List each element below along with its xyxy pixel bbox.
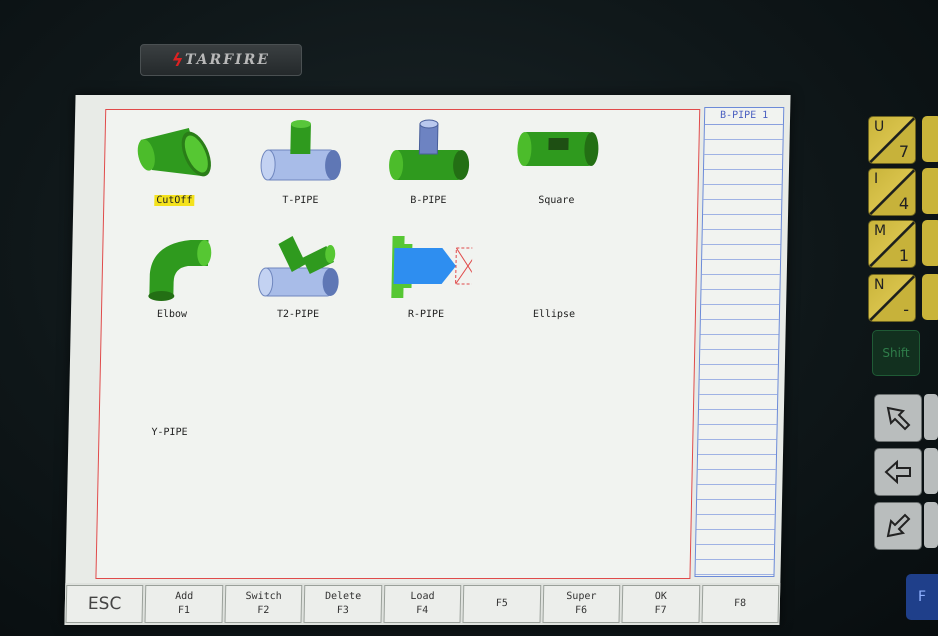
part-list-title: B-PIPE 1 (704, 108, 784, 125)
key-partial[interactable] (924, 502, 938, 548)
fkey-label: Load (410, 591, 435, 602)
key-bottom-label: 1 (898, 246, 909, 265)
key-top-label: M (874, 223, 887, 239)
ellipse-icon-blank (494, 232, 615, 302)
shape-elbow[interactable]: Elbow (112, 232, 234, 321)
blue-function-key[interactable]: F (906, 574, 938, 620)
key-bottom-label: 4 (898, 194, 909, 213)
key-n-minus[interactable]: N - (868, 274, 916, 322)
brand-bolt-icon: ϟ (172, 49, 183, 71)
b-pipe-icon (389, 119, 470, 180)
t-pipe-icon (260, 120, 342, 181)
part-list-panel: B-PIPE 1 (694, 107, 785, 577)
shape-label: T2-PIPE (276, 309, 320, 320)
key-partial[interactable] (924, 448, 938, 494)
switch-button[interactable]: Switch F2 (224, 585, 303, 623)
f5-button[interactable]: F5 (462, 585, 541, 623)
key-partial[interactable] (922, 274, 938, 320)
shape-label: T-PIPE (282, 195, 319, 206)
shape-label: B-PIPE (410, 195, 447, 206)
brand-logo: ϟ TARFIRE (140, 44, 302, 76)
esc-button[interactable]: ESC (65, 585, 144, 623)
shape-label: Square (538, 195, 575, 206)
fkey-code: F8 (733, 598, 747, 609)
square-pipe-icon (517, 132, 599, 166)
arrow-down-left-icon (886, 513, 911, 538)
shape-t-pipe[interactable]: T-PIPE (240, 118, 362, 207)
fkey-label: Delete (324, 591, 362, 602)
key-m-1[interactable]: M 1 (868, 220, 916, 268)
fkey-label: Switch (245, 591, 282, 602)
fkey-code: F6 (574, 605, 588, 616)
load-button[interactable]: Load F4 (383, 585, 462, 623)
fkey-code: F3 (336, 605, 349, 616)
cutoff-pipe-icon (137, 128, 211, 177)
fkey-code: F1 (177, 605, 191, 616)
shape-cutoff[interactable]: CutOff (114, 118, 236, 207)
key-bottom-label: 7 (898, 142, 909, 161)
super-button[interactable]: Super F6 (542, 585, 621, 623)
fkey-code: F7 (654, 605, 667, 616)
key-partial[interactable] (924, 394, 938, 440)
fkey-label: OK (654, 591, 667, 602)
part-list-rows[interactable] (695, 125, 783, 576)
ok-button[interactable]: OK F7 (621, 585, 700, 623)
key-partial[interactable] (922, 116, 938, 162)
arrow-left-icon (884, 459, 911, 485)
key-top-label: U (874, 119, 885, 135)
y-pipe-icon-blank (110, 350, 231, 420)
f8-button[interactable]: F8 (700, 585, 780, 623)
t2-pipe-icon (258, 236, 339, 297)
cnc-screen: CutOff T-PIPE B-PIPE Square Elbow T2-PIP… (64, 95, 791, 625)
key-partial[interactable] (922, 220, 938, 266)
shape-label: R-PIPE (407, 309, 445, 320)
shape-t2-pipe[interactable]: T2-PIPE (238, 232, 360, 321)
shape-b-pipe[interactable]: B-PIPE (368, 118, 490, 207)
nav-down-left-key[interactable] (874, 502, 922, 550)
key-i-4[interactable]: I 4 (868, 168, 916, 216)
key-bottom-label: - (903, 300, 909, 319)
fkey-code: F4 (416, 605, 429, 616)
shape-label: Ellipse (532, 309, 576, 320)
shape-y-pipe[interactable]: Y-PIPE (109, 350, 231, 439)
add-button[interactable]: Add F1 (144, 585, 224, 623)
shape-ellipse[interactable]: Ellipse (494, 232, 616, 321)
shape-square[interactable]: Square (496, 118, 618, 207)
shape-library-area: CutOff T-PIPE B-PIPE Square Elbow T2-PIP… (95, 109, 701, 579)
arrow-up-left-icon (886, 406, 911, 431)
shape-label: Elbow (156, 309, 188, 320)
key-partial[interactable] (922, 168, 938, 214)
nav-left-key[interactable] (874, 448, 922, 496)
shape-label: CutOff (154, 195, 195, 206)
fkey-label: Super (566, 591, 597, 602)
fkey-label: Add (175, 591, 194, 602)
shape-r-pipe[interactable]: R-PIPE (366, 232, 488, 321)
fkey-label: ESC (87, 594, 122, 614)
key-top-label: I (874, 171, 879, 187)
delete-button[interactable]: Delete F3 (303, 585, 383, 623)
key-u-7[interactable]: U 7 (868, 116, 916, 164)
shift-key[interactable]: Shift (872, 330, 920, 376)
fkey-code: F5 (495, 598, 508, 609)
function-key-bar: ESC Add F1 Switch F2 Delete F3 Load F4 F… (64, 583, 781, 625)
nav-up-left-key[interactable] (874, 394, 922, 442)
key-top-label: N (874, 277, 885, 293)
shape-label: Y-PIPE (151, 427, 188, 438)
elbow-pipe-icon (148, 240, 212, 301)
fkey-code: F2 (257, 605, 270, 616)
r-pipe-icon (391, 236, 473, 298)
brand-name: TARFIRE (184, 52, 270, 68)
